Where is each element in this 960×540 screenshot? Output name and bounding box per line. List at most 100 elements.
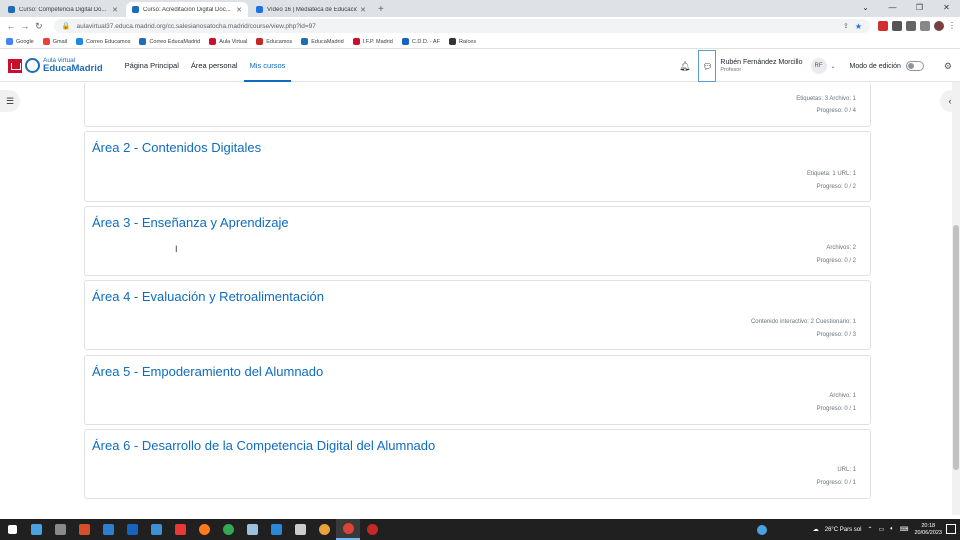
chevron-down-icon[interactable]: ⌄ [831, 63, 836, 70]
section-title[interactable]: Área 4 - Evaluación y Retroalimentación [92, 289, 324, 304]
section-title[interactable]: Área 2 - Contenidos Digitales [92, 140, 261, 155]
lock-icon[interactable]: 🔒 [62, 22, 71, 30]
nav-pagina-principal[interactable]: Página Principal [119, 50, 185, 82]
volume-icon[interactable]: 🔈︎ [890, 526, 894, 533]
tab-search-icon[interactable]: ⌄ [852, 0, 879, 16]
close-window-icon[interactable]: ✕ [933, 0, 960, 16]
sidepanel-icon[interactable] [920, 21, 931, 31]
extensions-bar: ⋮ [878, 21, 956, 31]
bookmark-google[interactable]: Google [6, 38, 34, 45]
share-icon[interactable]: ⇪ [843, 22, 849, 30]
taskbar-app-15[interactable] [360, 519, 384, 540]
site-logo[interactable]: Aula virtual EducaMadrid [8, 57, 103, 74]
back-icon[interactable]: ← [4, 21, 18, 31]
help-icon[interactable] [756, 524, 767, 535]
bookmark-correo-educamadrid[interactable]: Correo EducaMadrid [139, 38, 200, 45]
tab-close-icon[interactable]: ✕ [360, 6, 366, 14]
pdf-extension-icon[interactable] [878, 21, 889, 31]
puzzle-icon[interactable] [906, 21, 917, 31]
minimize-icon[interactable]: — [879, 0, 906, 16]
url-input[interactable]: 🔒 aulavirtual37.educa.madrid.org/cc.sale… [53, 19, 871, 33]
taskbar-app-2[interactable] [48, 519, 72, 540]
tray-chevron-icon[interactable]: ⌃ [867, 526, 872, 533]
tab-close-icon[interactable]: ✕ [112, 6, 118, 14]
site-navbar: Aula virtual EducaMadrid Página Principa… [0, 50, 960, 82]
messages-icon[interactable]: 💬︎ [698, 50, 717, 82]
browser-menu-icon[interactable]: ⋮ [948, 21, 956, 31]
notification-center-icon[interactable] [946, 524, 956, 534]
windows-taskbar: ☁ 26°C Pars sol ⌃ ▭ 🔈︎ ⌨ 20:18 20/06/202… [0, 519, 960, 540]
bookmark-label: I.F.P. Madrid [362, 38, 393, 45]
start-button[interactable] [0, 519, 24, 540]
course-index-toggle-icon[interactable]: ☰ [0, 90, 20, 112]
taskbar-app-13[interactable] [312, 519, 336, 540]
keyboard-icon[interactable]: ⌨ [900, 526, 909, 533]
tab-title: Vídeo 16 | Mediateca de Educació... [267, 6, 358, 13]
bookmark-educamadrid[interactable]: EducaMadrid [301, 38, 344, 45]
tab-close-icon[interactable]: ✕ [236, 6, 242, 14]
forward-icon[interactable]: → [18, 21, 32, 31]
network-icon[interactable]: ▭ [879, 526, 885, 533]
bookmark-label: Gmail [52, 38, 68, 45]
browser-tab-3[interactable]: Vídeo 16 | Mediateca de Educació... ✕ [250, 2, 372, 17]
browser-tab-2[interactable]: Curso: Acreditación Digital Doc... ✕ [126, 2, 248, 17]
edit-mode-toggle[interactable] [905, 61, 924, 71]
url-text: aulavirtual37.educa.madrid.org/cc.salesi… [76, 22, 316, 30]
maximize-icon[interactable]: ❐ [906, 0, 933, 16]
taskbar-app-8[interactable] [192, 519, 216, 540]
section-activity-summary: URL: 1 [837, 467, 856, 473]
scrollbar-thumb[interactable] [953, 225, 959, 470]
taskbar-app-7[interactable] [168, 519, 192, 540]
section-title[interactable]: Área 5 - Empoderamiento del Alumnado [92, 364, 323, 379]
clock[interactable]: 20:18 20/06/2023 [914, 523, 942, 535]
educamos-icon [256, 38, 264, 45]
weather-text[interactable]: 26°C Pars sol [825, 527, 862, 533]
bookmark-educamos[interactable]: Educamos [256, 38, 292, 45]
course-section-4: Área 4 - Evaluación y Retroalimentación … [84, 280, 871, 350]
bookmarks-bar: Google Gmail Correo Educamos Correo Educ… [0, 35, 960, 49]
reload-icon[interactable]: ↻ [32, 21, 46, 32]
taskbar-app-10[interactable] [240, 519, 264, 540]
bookmark-ifp-madrid[interactable]: I.F.P. Madrid [352, 38, 393, 45]
settings-gear-icon[interactable]: ⚙ [944, 61, 952, 72]
bookmark-cdd[interactable]: C.D.D. - AF [401, 38, 440, 45]
taskbar-app-9[interactable] [216, 519, 240, 540]
bookmark-correo-educamos[interactable]: Correo Educamos [76, 38, 130, 45]
avatar[interactable]: RF [810, 58, 827, 74]
nav-mis-cursos[interactable]: Mis cursos [243, 50, 292, 82]
extension-icon[interactable] [892, 21, 903, 31]
taskbar-app-6[interactable] [144, 519, 168, 540]
new-tab-button[interactable]: + [378, 4, 384, 17]
taskbar-app-1[interactable] [24, 519, 48, 540]
taskbar-app-chrome-active[interactable] [336, 519, 360, 540]
taskbar-app-12[interactable] [288, 519, 312, 540]
task-view-icon [30, 524, 42, 535]
educamadrid-icon [301, 38, 309, 45]
taskbar-app-5[interactable] [120, 519, 144, 540]
primary-navigation: Página Principal Área personal Mis curso… [119, 50, 292, 82]
app-icon [78, 524, 90, 535]
bookmark-star-icon[interactable]: ★ [855, 22, 862, 31]
gmail-icon [42, 38, 50, 45]
aula-virtual-icon [209, 38, 217, 45]
section-title[interactable]: Área 3 - Enseñanza y Aprendizaje [92, 215, 289, 230]
bookmark-aula-virtual[interactable]: Aula Virtual [209, 38, 247, 45]
weather-icon[interactable]: ☁ [813, 526, 819, 533]
section-activity-summary: Contenido interactivo: 2 Cuestionario: 1 [750, 319, 856, 325]
clock-date: 20/06/2023 [914, 529, 942, 536]
taskbar-app-4[interactable] [96, 519, 120, 540]
browser-tab-strip: Curso: Competencia Digital Do... ✕ Curso… [0, 0, 960, 17]
section-activity-summary: Etiqueta: 1 URL: 1 [806, 171, 856, 177]
user-info[interactable]: Rubén Fernández Morcillo Profesor [720, 59, 802, 73]
taskbar-app-3[interactable] [72, 519, 96, 540]
notifications-bell-icon[interactable]: 🔔︎ [679, 61, 690, 72]
course-section-1: Etiquetas: 3 Archivo: 1 Progreso: 0 / 4 [84, 82, 871, 127]
browser-tab-1[interactable]: Curso: Competencia Digital Do... ✕ [2, 2, 124, 17]
taskbar-app-11[interactable] [264, 519, 288, 540]
bookmark-gmail[interactable]: Gmail [42, 38, 68, 45]
nav-area-personal[interactable]: Área personal [185, 50, 244, 82]
bookmark-raices[interactable]: Raíces [448, 38, 476, 45]
section-title[interactable]: Área 6 - Desarrollo de la Competencia Di… [92, 438, 435, 453]
edit-mode-label: Modo de edición [849, 62, 901, 70]
profile-avatar-icon[interactable] [934, 21, 945, 31]
